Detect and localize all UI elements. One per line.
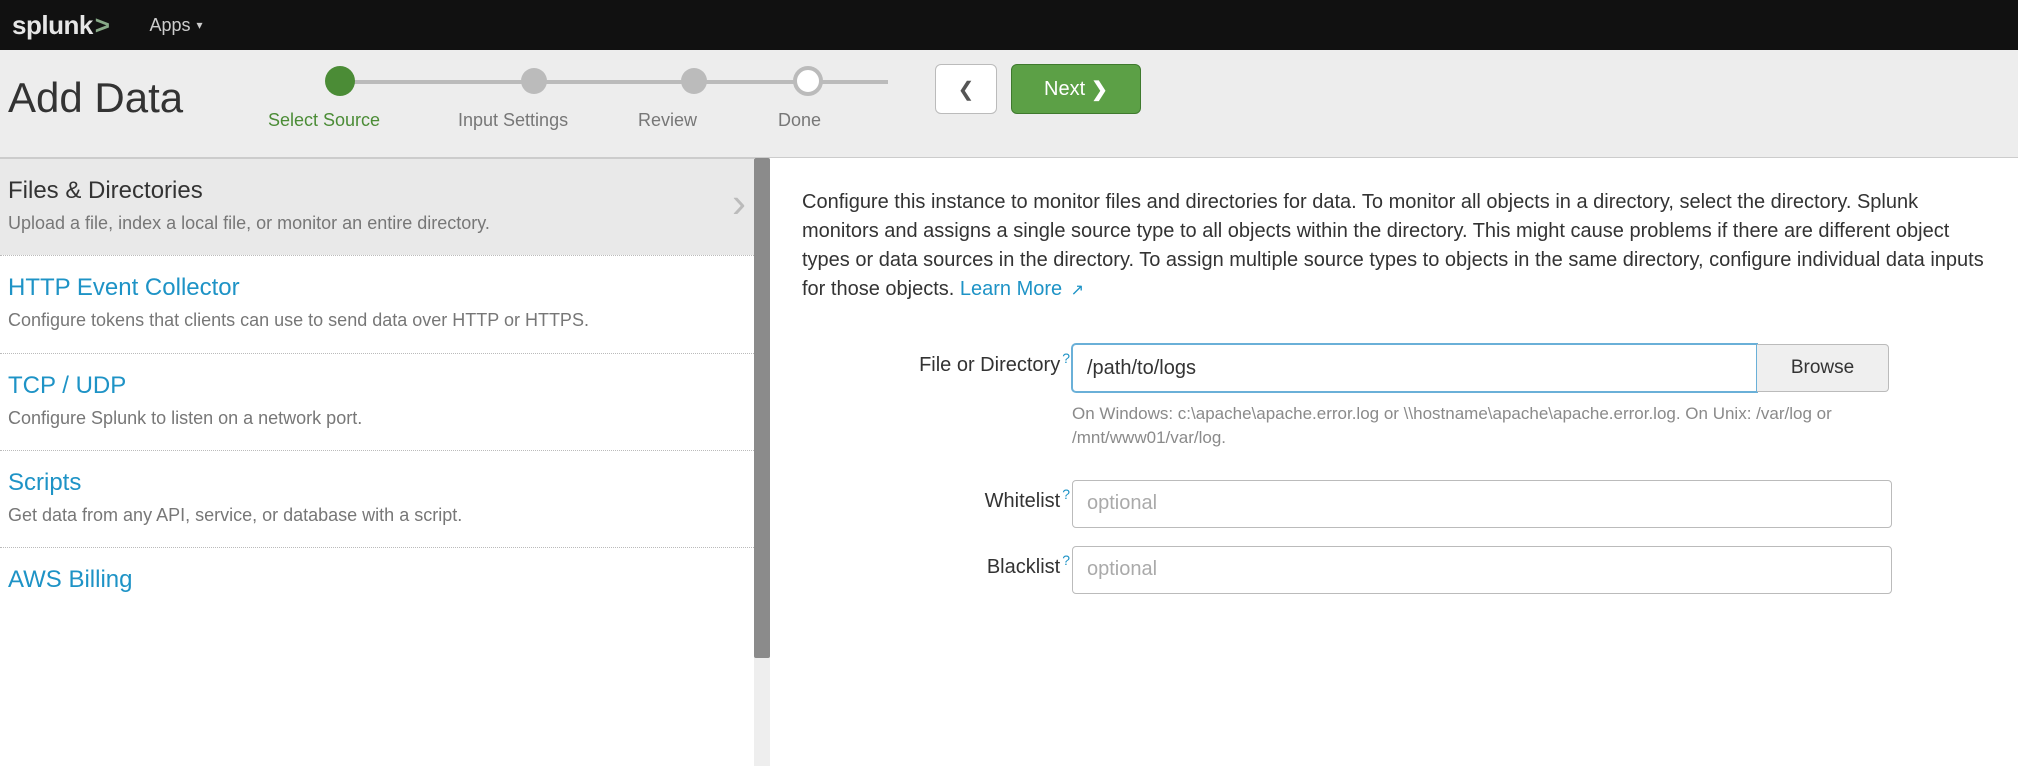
chevron-down-icon: ▾ xyxy=(197,18,203,32)
label-text: Blacklist xyxy=(987,556,1060,578)
whitelist-label: Whitelist? xyxy=(802,480,1072,513)
source-title: HTTP Event Collector xyxy=(8,274,746,302)
back-button[interactable]: ❮ xyxy=(935,64,997,114)
chevron-right-icon: › xyxy=(732,179,746,227)
page-header: Add Data Select Source Input Settings Re… xyxy=(0,50,2018,158)
blacklist-row: Blacklist? xyxy=(802,546,1994,594)
source-title: AWS Billing xyxy=(8,566,746,594)
scrollbar-track[interactable] xyxy=(754,158,770,766)
step-label-1: Select Source xyxy=(268,110,458,131)
apps-label: Apps xyxy=(149,15,190,36)
file-input-group: Browse xyxy=(1072,344,1994,392)
main-content: Files & Directories Upload a file, index… xyxy=(0,158,2018,766)
file-directory-label: File or Directory? xyxy=(802,344,1072,377)
whitelist-input-wrap xyxy=(1072,480,1994,528)
help-icon[interactable]: ? xyxy=(1062,486,1070,502)
whitelist-input[interactable] xyxy=(1072,480,1892,528)
file-hint: On Windows: c:\apache\apache.error.log o… xyxy=(1072,402,1892,450)
step-labels: Select Source Input Settings Review Done xyxy=(268,110,898,131)
header-buttons: ❮ Next ❯ xyxy=(935,64,1141,114)
source-desc: Configure tokens that clients can use to… xyxy=(8,308,708,332)
apps-menu[interactable]: Apps ▾ xyxy=(149,15,202,36)
source-title: Files & Directories xyxy=(8,177,746,205)
blacklist-input[interactable] xyxy=(1072,546,1892,594)
file-input-wrap: Browse On Windows: c:\apache\apache.erro… xyxy=(1072,344,1994,450)
step-dot-3 xyxy=(681,68,707,94)
source-desc: Configure Splunk to listen on a network … xyxy=(8,406,708,430)
label-text: Whitelist xyxy=(985,490,1061,512)
whitelist-row: Whitelist? xyxy=(802,480,1994,528)
file-directory-input[interactable] xyxy=(1072,344,1757,392)
source-http-event-collector[interactable]: HTTP Event Collector Configure tokens th… xyxy=(0,255,770,352)
source-tcp-udp[interactable]: TCP / UDP Configure Splunk to listen on … xyxy=(0,353,770,450)
source-title: TCP / UDP xyxy=(8,372,746,400)
source-aws-billing[interactable]: AWS Billing xyxy=(0,547,770,620)
step-track xyxy=(268,68,898,96)
source-type-list: Files & Directories Upload a file, index… xyxy=(0,158,770,766)
blacklist-input-wrap xyxy=(1072,546,1994,594)
help-icon[interactable]: ? xyxy=(1062,350,1070,366)
learn-more-text: Learn More xyxy=(960,278,1062,300)
source-desc: Upload a file, index a local file, or mo… xyxy=(8,211,708,235)
chevron-right-icon: ❯ xyxy=(1091,77,1108,102)
scrollbar-thumb[interactable] xyxy=(754,158,770,658)
step-dot-4 xyxy=(793,66,823,96)
step-label-3: Review xyxy=(638,110,778,131)
source-desc: Get data from any API, service, or datab… xyxy=(8,503,708,527)
next-label: Next xyxy=(1044,78,1085,101)
logo-text: splunk xyxy=(12,10,93,41)
config-form: File or Directory? Browse On Windows: c:… xyxy=(802,344,1994,594)
step-label-4: Done xyxy=(778,110,821,131)
step-dot-1[interactable] xyxy=(325,66,355,96)
label-text: File or Directory xyxy=(919,354,1060,376)
external-link-icon: ↗ xyxy=(1066,282,1084,299)
source-files-directories[interactable]: Files & Directories Upload a file, index… xyxy=(0,158,770,255)
source-scripts[interactable]: Scripts Get data from any API, service, … xyxy=(0,450,770,547)
splunk-logo: splunk> xyxy=(12,10,109,41)
source-title: Scripts xyxy=(8,469,746,497)
config-panel: Configure this instance to monitor files… xyxy=(770,158,2018,766)
browse-button[interactable]: Browse xyxy=(1757,344,1889,392)
file-directory-row: File or Directory? Browse On Windows: c:… xyxy=(802,344,1994,450)
blacklist-label: Blacklist? xyxy=(802,546,1072,579)
wizard-stepper: Select Source Input Settings Review Done xyxy=(268,68,898,131)
topbar: splunk> Apps ▾ xyxy=(0,0,2018,50)
next-button[interactable]: Next ❯ xyxy=(1011,64,1141,114)
step-dot-2 xyxy=(521,68,547,94)
page-title: Add Data xyxy=(8,74,183,122)
step-label-2: Input Settings xyxy=(458,110,638,131)
help-icon[interactable]: ? xyxy=(1062,552,1070,568)
config-description: Configure this instance to monitor files… xyxy=(802,188,1994,304)
learn-more-link[interactable]: Learn More ↗ xyxy=(960,278,1084,300)
chevron-left-icon: ❮ xyxy=(958,77,975,102)
logo-caret-icon: > xyxy=(95,10,110,41)
